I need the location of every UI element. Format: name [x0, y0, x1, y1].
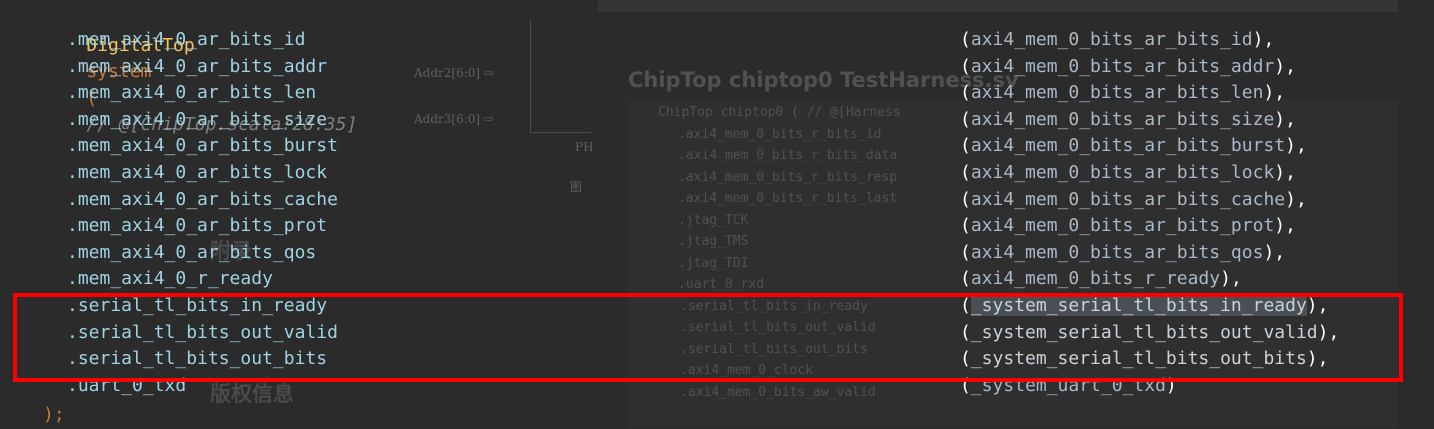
signal-name: axi4_mem_0_bits_ar_bits_id — [970, 29, 1253, 50]
port-signal: (axi4_mem_0_bits_ar_bits_lock), — [960, 160, 1296, 187]
signal-name: axi4_mem_0_bits_ar_bits_qos — [970, 241, 1264, 263]
port-signal: (axi4_mem_0_bits_ar_bits_prot), — [960, 213, 1296, 240]
signal-separator: , — [1295, 135, 1307, 157]
signal-name: axi4_mem_0_bits_ar_bits_lock — [970, 162, 1275, 183]
port-name: .mem_axi4_0_ar_bits_cache — [67, 188, 338, 210]
signal-close-paren: ) — [1274, 215, 1286, 237]
signal-close-paren: ) — [1263, 241, 1275, 263]
port-signal: (axi4_mem_0_bits_ar_bits_cache), — [960, 187, 1307, 214]
signal-separator: , — [1285, 55, 1296, 77]
signal-open-paren: ( — [960, 108, 971, 130]
signal-open-paren: ( — [960, 162, 971, 183]
signal-close-paren: ) — [1285, 135, 1296, 157]
signal-open-paren: ( — [960, 241, 971, 263]
signal-separator: , — [1295, 188, 1307, 210]
signal-separator: , — [1285, 108, 1296, 130]
port-name: .mem_axi4_0_ar_bits_addr — [67, 55, 328, 77]
signal-open-paren: ( — [960, 55, 971, 77]
signal-name: axi4_mem_0_bits_ar_bits_len — [970, 82, 1264, 104]
port-signal: (axi4_mem_0_bits_ar_bits_size), — [960, 107, 1296, 134]
signal-name: axi4_mem_0_bits_ar_bits_addr — [970, 55, 1275, 77]
port-name: .mem_axi4_0_ar_bits_id — [67, 29, 306, 50]
signal-open-paren: ( — [960, 268, 971, 290]
highlight-box — [13, 293, 1403, 382]
signal-separator: , — [1274, 241, 1286, 263]
port-signal: (axi4_mem_0_bits_ar_bits_burst), — [960, 133, 1307, 160]
signal-close-paren: ) — [1274, 162, 1286, 183]
signal-close-paren: ) — [1252, 29, 1264, 50]
signal-close-paren: ) — [1285, 188, 1296, 210]
port-name: .mem_axi4_0_ar_bits_size — [67, 108, 328, 130]
port-name: .mem_axi4_0_ar_bits_len — [67, 82, 317, 104]
port-signal: (axi4_mem_0_bits_ar_bits_qos), — [960, 240, 1285, 267]
signal-name: axi4_mem_0_bits_ar_bits_cache — [970, 188, 1286, 210]
port-signal: (axi4_mem_0_bits_ar_bits_id), — [960, 27, 1274, 54]
signal-close-paren: ) — [1274, 108, 1286, 130]
signal-open-paren: ( — [960, 188, 971, 210]
signal-name: axi4_mem_0_bits_r_ready — [970, 268, 1221, 290]
signal-name: axi4_mem_0_bits_ar_bits_prot — [970, 215, 1275, 237]
signal-separator: , — [1230, 268, 1242, 290]
signal-open-paren: ( — [960, 215, 971, 237]
signal-separator: , — [1285, 162, 1296, 183]
port-signal: (axi4_mem_0_bits_ar_bits_addr), — [960, 54, 1296, 81]
port-name: .mem_axi4_0_ar_bits_lock — [67, 162, 328, 183]
port-name: .mem_axi4_0_ar_bits_qos — [67, 241, 317, 263]
closing-paren: ); — [43, 404, 65, 425]
signal-close-paren: ) — [1263, 82, 1275, 104]
signal-name: axi4_mem_0_bits_ar_bits_size — [970, 108, 1275, 130]
port-name: .mem_axi4_0_ar_bits_burst — [67, 135, 338, 157]
port-name: .mem_axi4_0_r_ready — [67, 268, 273, 290]
signal-separator: , — [1285, 215, 1296, 237]
signal-open-paren: ( — [960, 82, 971, 104]
signal-separator: , — [1263, 29, 1275, 50]
port-name: .mem_axi4_0_ar_bits_prot — [67, 215, 328, 237]
signal-open-paren: ( — [960, 29, 971, 50]
signal-open-paren: ( — [960, 135, 971, 157]
port-signal: (axi4_mem_0_bits_r_ready), — [960, 266, 1242, 293]
port-signal: (axi4_mem_0_bits_ar_bits_len), — [960, 80, 1285, 107]
signal-close-paren: ) — [1274, 55, 1286, 77]
signal-close-paren: ) — [1220, 268, 1231, 290]
signal-separator: , — [1274, 82, 1286, 104]
signal-name: axi4_mem_0_bits_ar_bits_burst — [970, 135, 1286, 157]
